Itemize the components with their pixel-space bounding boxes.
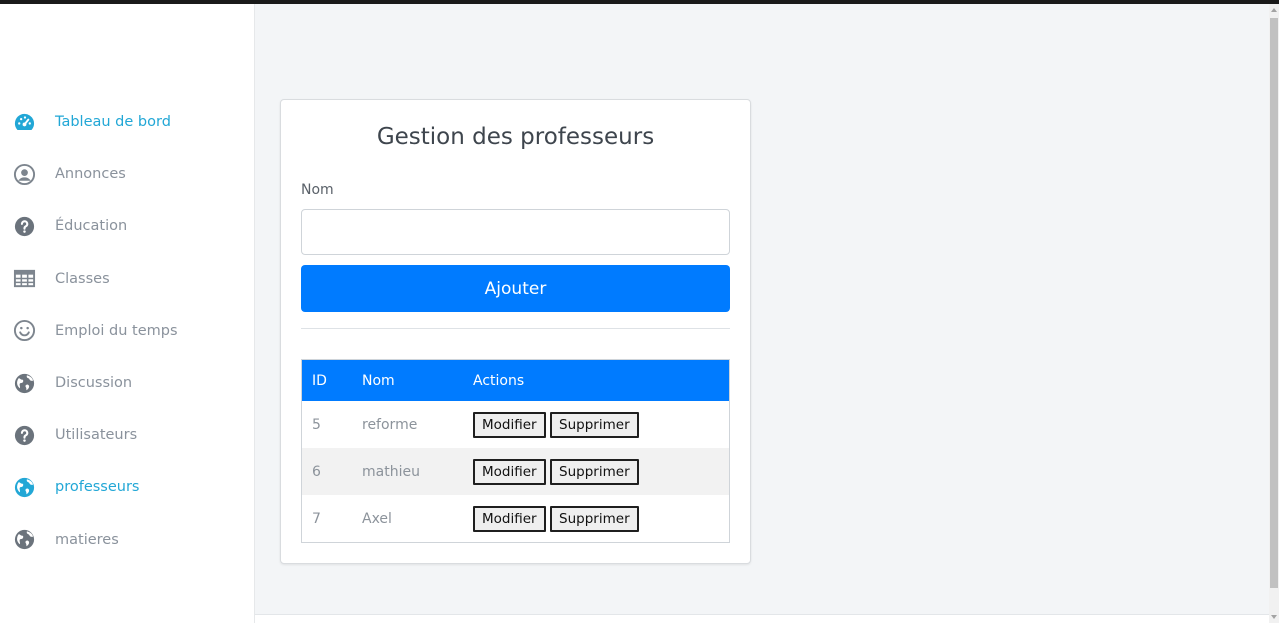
question-circle-icon	[12, 214, 36, 238]
sidebar-item-label: Tableau de bord	[55, 114, 171, 131]
sidebar-item-matieres[interactable]: matieres	[0, 514, 255, 566]
globe-icon	[12, 475, 36, 499]
sidebar-item-label: Discussion	[55, 375, 133, 392]
sidebar-item-label: professeurs	[55, 479, 140, 496]
modifier-button[interactable]: Modifier	[473, 411, 546, 438]
sidebar-item-annonces[interactable]: Annonces	[0, 148, 255, 200]
table-grid-icon	[12, 267, 36, 291]
modifier-button[interactable]: Modifier	[473, 505, 546, 532]
sidebar-item-education[interactable]: Éducation	[0, 200, 255, 252]
column-header-nom: Nom	[362, 372, 395, 389]
cell-nom: mathieu	[362, 463, 420, 480]
cell-actions: Modifier Supprimer	[463, 448, 729, 495]
sidebar-item-discussion[interactable]: Discussion	[0, 357, 255, 409]
vertical-scrollbar[interactable]	[1269, 4, 1279, 623]
modifier-button[interactable]: Modifier	[473, 458, 546, 485]
table-header-row: ID Nom Actions	[302, 360, 729, 401]
sidebar-nav: Tableau de bord Annonces Éducation Class…	[0, 96, 255, 566]
scroll-up-arrow-icon[interactable]	[1271, 8, 1277, 12]
cell-actions: Modifier Supprimer	[463, 495, 729, 542]
sidebar-item-tableau-de-bord[interactable]: Tableau de bord	[0, 96, 255, 148]
table-row: 7 Axel Modifier Supprimer	[302, 495, 729, 542]
sidebar-item-utilisateurs[interactable]: Utilisateurs	[0, 409, 255, 461]
supprimer-button[interactable]: Supprimer	[550, 411, 639, 438]
supprimer-button[interactable]: Supprimer	[550, 505, 639, 532]
cell-actions: Modifier Supprimer	[463, 401, 729, 448]
scroll-down-arrow-icon[interactable]	[1271, 615, 1277, 619]
cell-id: 5	[312, 416, 321, 433]
cell-nom: Axel	[362, 510, 392, 527]
question-circle-icon	[12, 423, 36, 447]
supprimer-button[interactable]: Supprimer	[550, 458, 639, 485]
column-header-actions: Actions	[473, 372, 525, 389]
sidebar-item-label: Emploi du temps	[55, 322, 178, 339]
dashboard-gauge-icon	[12, 110, 36, 134]
sidebar-item-label: matieres	[55, 531, 119, 548]
professeurs-table: ID Nom Actions 5 reforme Modifier Suppri…	[301, 359, 730, 543]
smile-icon	[12, 319, 36, 343]
sidebar-item-professeurs[interactable]: professeurs	[0, 461, 255, 513]
nom-label: Nom	[301, 182, 334, 198]
professeurs-card: Gestion des professeurs Nom Ajouter ID N…	[280, 99, 751, 564]
user-circle-icon	[12, 162, 36, 186]
scrollbar-thumb[interactable]	[1270, 18, 1278, 588]
table-row: 6 mathieu Modifier Supprimer	[302, 448, 729, 495]
sidebar-item-label: Annonces	[55, 166, 126, 183]
nom-input[interactable]	[301, 209, 730, 255]
divider	[301, 328, 730, 329]
cell-id: 7	[312, 510, 321, 527]
sidebar-item-label: Éducation	[55, 218, 128, 235]
sidebar-item-label: Classes	[55, 270, 110, 287]
column-header-id: ID	[312, 372, 327, 389]
sidebar-item-emploi-du-temps[interactable]: Emploi du temps	[0, 305, 255, 357]
sidebar: Tableau de bord Annonces Éducation Class…	[0, 4, 255, 623]
footer-bar	[255, 614, 1269, 623]
table-row: 5 reforme Modifier Supprimer	[302, 401, 729, 448]
cell-id: 6	[312, 463, 321, 480]
globe-icon	[12, 528, 36, 552]
sidebar-item-label: Utilisateurs	[55, 427, 138, 444]
page-title: Gestion des professeurs	[376, 124, 655, 150]
cell-nom: reforme	[362, 416, 418, 433]
globe-icon	[12, 371, 36, 395]
sidebar-item-classes[interactable]: Classes	[0, 253, 255, 305]
ajouter-button[interactable]: Ajouter	[301, 265, 730, 312]
